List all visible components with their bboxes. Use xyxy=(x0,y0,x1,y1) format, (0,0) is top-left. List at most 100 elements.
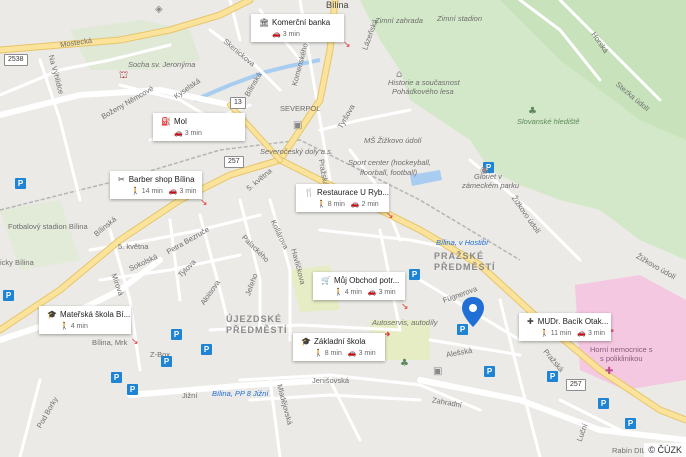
walk-time: 🚶 14 min xyxy=(131,187,163,195)
museum-icon: ⌂ xyxy=(396,69,403,80)
walk-icon: 🚶 xyxy=(540,329,549,337)
place-label: Severočeský doly a.s. xyxy=(260,147,333,156)
parking-icon[interactable]: P xyxy=(409,269,420,280)
car-icon: 🚗 xyxy=(272,30,281,38)
district-label: PŘEDMĚSTÍ xyxy=(434,262,496,272)
fuel-icon: ⛽ xyxy=(161,117,171,126)
road-shield-2538: 2538 xyxy=(4,54,28,66)
shopping-cart-icon: 🛒 xyxy=(321,276,331,285)
place-label: Zimní zahrada xyxy=(375,16,423,25)
bank-icon: 🏛 xyxy=(259,18,270,27)
place-label: Bílina, v Hostibí xyxy=(436,238,489,247)
parking-icon[interactable]: P xyxy=(171,329,182,340)
poi-title: Mateřská škola Bí... xyxy=(60,310,131,319)
place-label: SEVERPOL xyxy=(280,104,321,113)
place-label: Slovanské hlediště xyxy=(517,117,580,126)
poi-card-mol[interactable]: ⛽ Mol 🚗 3 min xyxy=(153,113,245,141)
drive-time: 🚗 3 min xyxy=(577,329,606,337)
direction-arrow-icon: ↘ xyxy=(131,337,139,347)
walk-icon: 🚶 xyxy=(131,187,140,195)
poi-title: Komerční banka xyxy=(272,18,331,27)
car-icon: 🚗 xyxy=(577,329,586,337)
drive-time: 🚗 2 min xyxy=(350,200,379,208)
poi-title: Základní škola xyxy=(314,337,366,346)
street-label: 5. května xyxy=(118,242,149,251)
barber-icon: ✂ xyxy=(118,175,125,184)
parking-icon[interactable]: P xyxy=(547,371,558,382)
direction-arrow-icon: ↘ xyxy=(343,40,351,50)
drive-time: 🚗 3 min xyxy=(168,187,197,195)
parking-icon[interactable]: P xyxy=(127,384,138,395)
district-label: PŘEDMĚSTÍ xyxy=(226,325,288,335)
poi-card-restaurant[interactable]: 🍴 Restaurace U Ryb... 🚶 8 min 🚗 2 min xyxy=(296,184,389,212)
direction-arrow-icon: ↘ xyxy=(401,302,409,312)
place-label: Socha sv. Jeronýma xyxy=(128,60,196,69)
poi-card-kindergarten[interactable]: 🎓 Mateřská škola Bí... 🚶 4 min xyxy=(39,306,131,334)
direction-arrow-icon: ↘ xyxy=(200,198,208,208)
parking-icon[interactable]: P xyxy=(598,398,609,409)
drive-time: 🚗 3 min xyxy=(367,288,396,296)
place-label: Sport center (hockeyball, xyxy=(348,158,431,167)
walk-icon: 🚶 xyxy=(334,288,343,296)
map-copyright[interactable]: © ČÚZK xyxy=(644,443,686,457)
parking-icon[interactable]: P xyxy=(3,290,14,301)
district-label: PRAŽSKÉ xyxy=(434,251,485,261)
place-label: Fotbalový stadion Bílina xyxy=(8,222,88,231)
poi-title: Restaurace U Ryb... xyxy=(317,188,390,197)
poi-title: Barber shop Bílina xyxy=(128,175,195,184)
poi-card-shop[interactable]: 🛒 Můj Obchod potr... 🚶 4 min 🚗 3 min xyxy=(313,272,405,300)
poi-card-doctor[interactable]: ✚ MUDr. Bacík Otak... 🚶 11 min 🚗 3 min xyxy=(519,313,611,341)
place-label: floorball, football) xyxy=(360,168,418,177)
tree-icon: ♣ xyxy=(528,106,537,117)
place-label: Zimní stadion xyxy=(437,14,483,23)
poi-title: Mol xyxy=(174,117,187,126)
monument-icon: ⛫ xyxy=(119,70,129,81)
place-label: Rabín DIL xyxy=(612,446,646,455)
poi-card-school[interactable]: 🎓 Základní škola 🚶 8 min 🚗 3 min xyxy=(293,333,385,361)
walk-icon: 🚶 xyxy=(60,322,69,330)
place-label: s poliklinikou xyxy=(600,354,643,363)
parking-icon[interactable]: P xyxy=(625,418,636,429)
place-label: icky Bílina xyxy=(0,258,34,267)
hospital-icon: ✚ xyxy=(605,366,614,377)
place-label: Bílina, PP 8 Jižní xyxy=(212,389,269,398)
shop-icon: ▣ xyxy=(293,120,303,131)
parking-icon[interactable]: P xyxy=(201,344,212,355)
car-icon: 🚗 xyxy=(367,288,377,296)
car-icon: 🚗 xyxy=(174,129,183,137)
street-label: Jižní xyxy=(182,391,198,400)
direction-arrow-icon: ↘ xyxy=(386,211,394,221)
street-label: Jenišovská xyxy=(312,376,350,385)
drive-time: 🚗 3 min xyxy=(272,30,300,38)
place-label: Pohádkového lesa xyxy=(392,87,454,96)
place-label: zámeckém parku xyxy=(462,181,520,190)
walk-time: 🚶 11 min xyxy=(540,329,572,337)
walk-time: 🚶 8 min xyxy=(317,200,345,208)
road-shield-257: 257 xyxy=(224,156,244,168)
district-label: ÚJEZDSKÉ xyxy=(226,314,283,324)
road-shield-13: 13 xyxy=(230,97,246,109)
medical-icon: ✚ xyxy=(527,317,534,326)
walk-time: 🚶 8 min xyxy=(314,349,342,357)
car-icon: 🚗 xyxy=(168,187,178,195)
place-label: Bílina, Mrk xyxy=(92,338,128,347)
walk-icon: 🚶 xyxy=(317,200,326,208)
shop-icon: ▣ xyxy=(433,366,443,377)
parking-icon[interactable]: P xyxy=(111,372,122,383)
school-icon: 🎓 xyxy=(301,337,311,346)
drive-time: 🚗 3 min xyxy=(174,129,202,137)
location-pin-icon[interactable] xyxy=(461,297,485,327)
parking-icon[interactable]: P xyxy=(15,178,26,189)
walk-time: 🚶 4 min xyxy=(334,288,362,296)
poi-title: Můj Obchod potr... xyxy=(334,276,400,285)
car-icon: 🚗 xyxy=(350,200,360,208)
parking-icon[interactable]: P xyxy=(484,366,495,377)
walk-time: 🚶 4 min xyxy=(60,322,88,330)
viewpoint-icon: ◉ xyxy=(480,165,489,176)
poi-card-barber[interactable]: ✂ Barber shop Bílina 🚶 14 min 🚗 3 min xyxy=(110,171,202,199)
tree-icon: ♣ xyxy=(400,358,409,369)
walk-icon: 🚶 xyxy=(314,349,323,357)
parking-icon[interactable]: P xyxy=(161,356,172,367)
place-label: MŠ Žižkovo údolí xyxy=(364,136,422,145)
poi-card-bank[interactable]: 🏛 Komerční banka 🚗 3 min xyxy=(251,14,344,42)
